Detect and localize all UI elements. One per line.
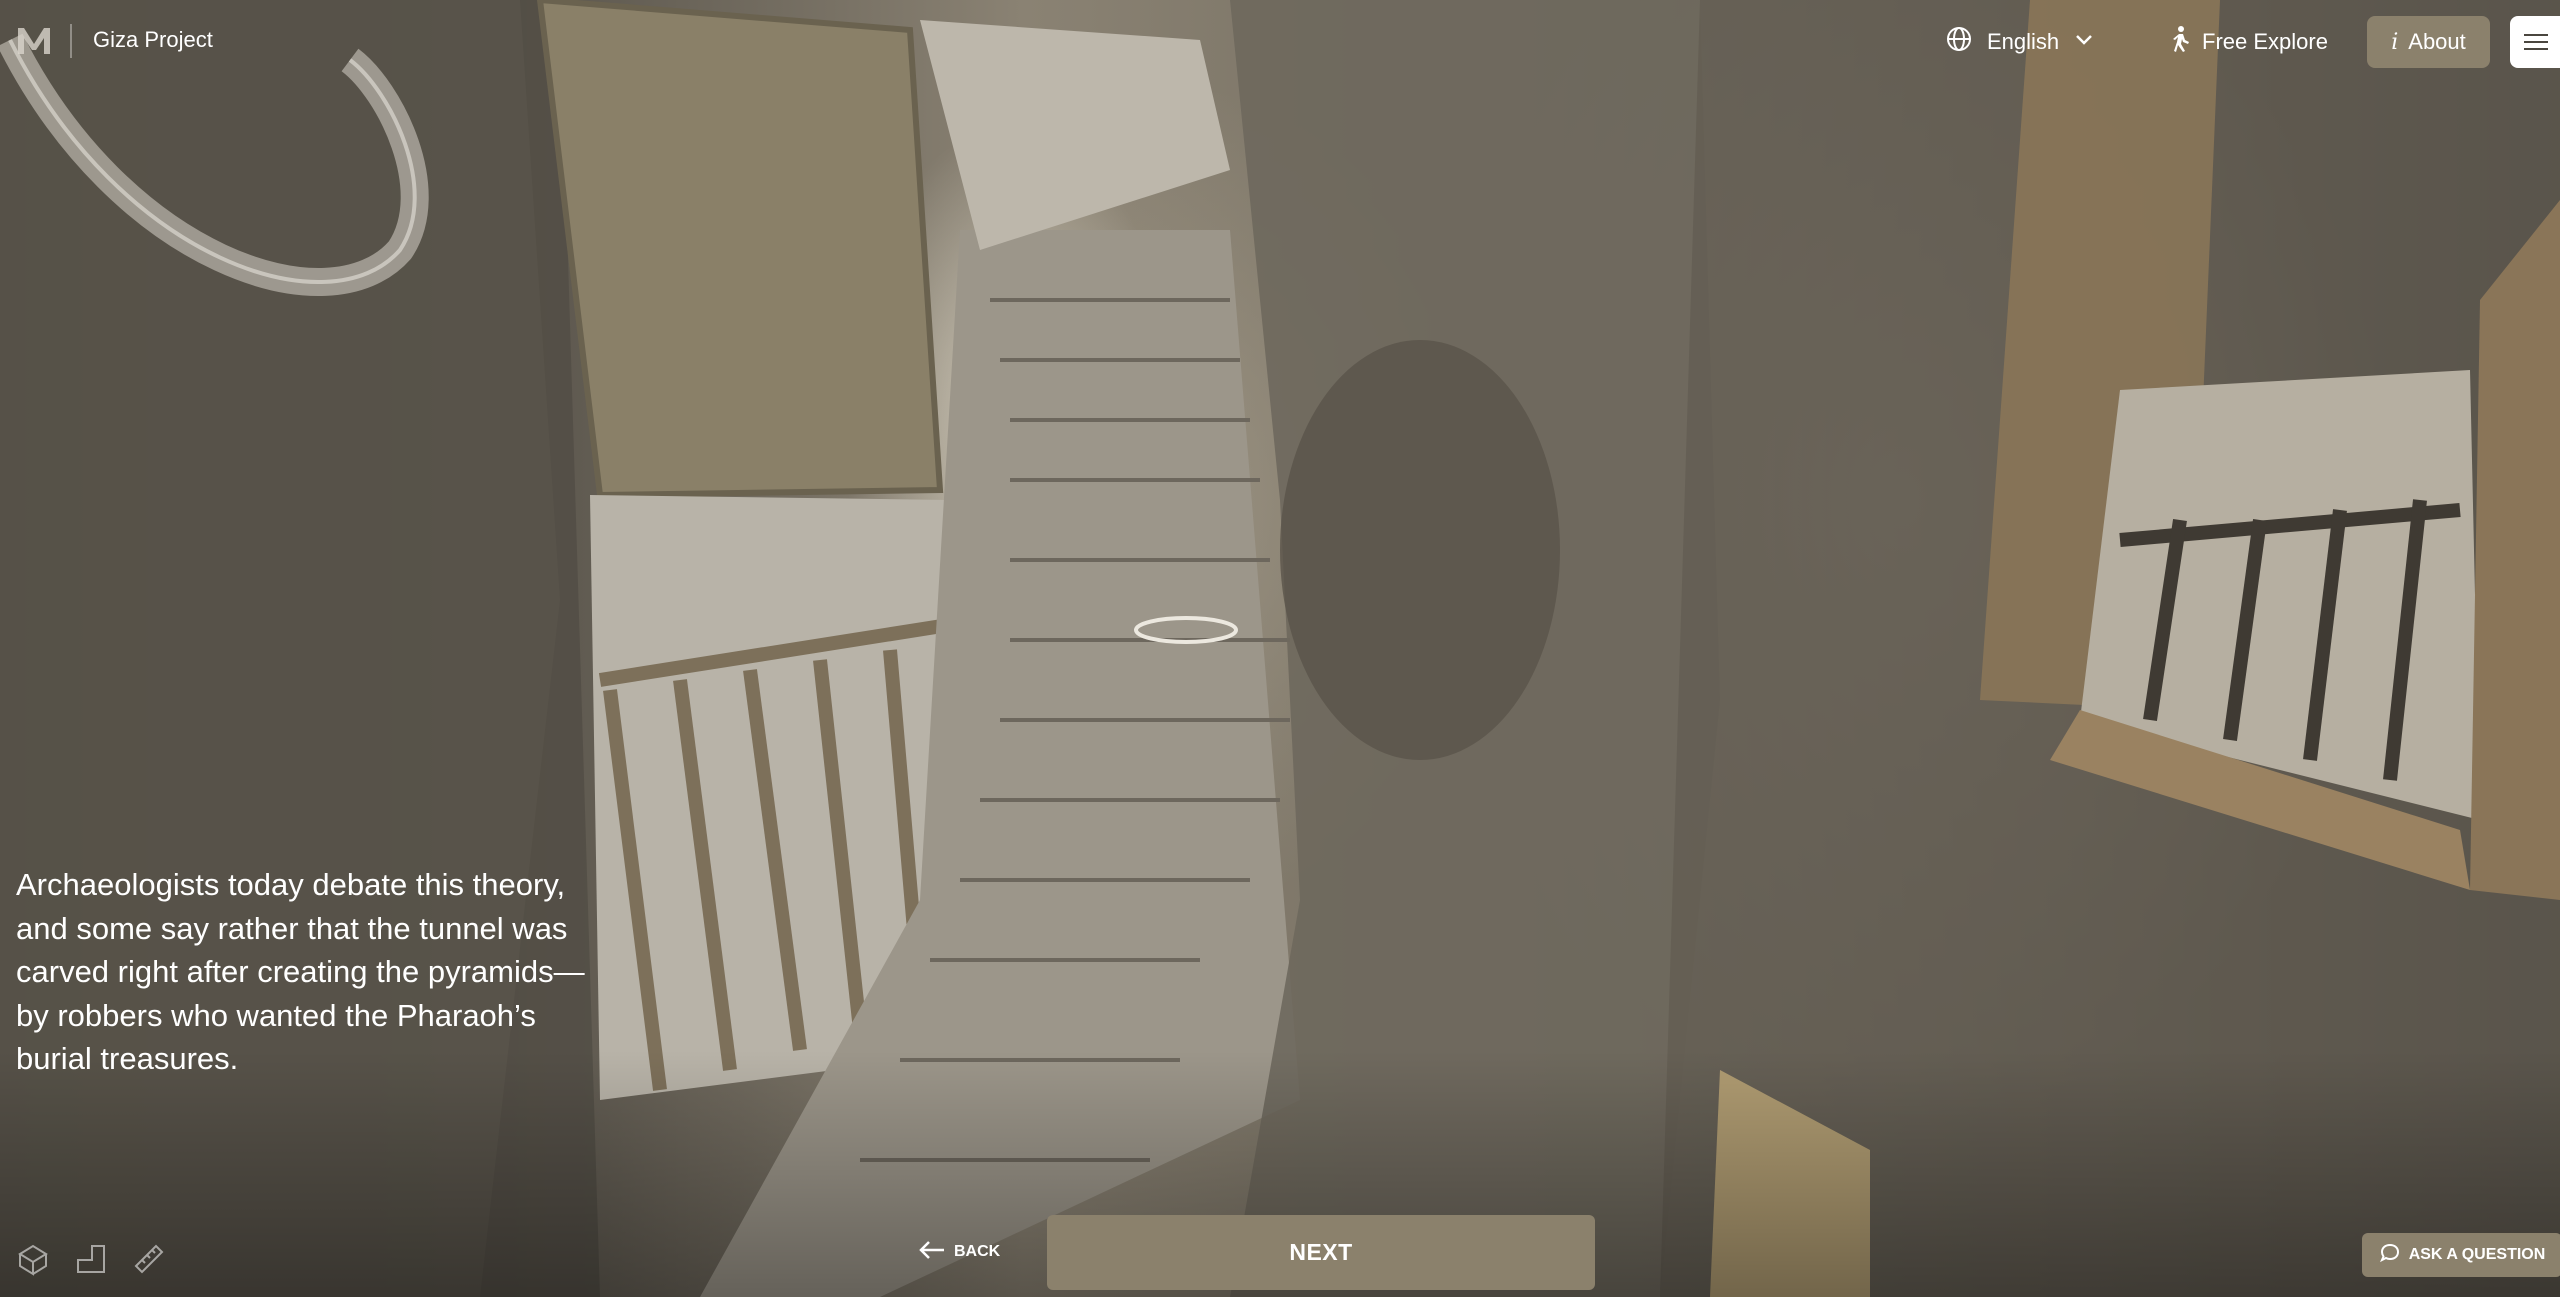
- logo-m-icon[interactable]: [14, 20, 54, 60]
- next-label: NEXT: [1289, 1239, 1353, 1265]
- ruler-icon[interactable]: [130, 1240, 168, 1278]
- walking-person-icon: [2168, 25, 2192, 59]
- globe-icon: [1945, 25, 1973, 59]
- project-title[interactable]: Giza Project: [93, 27, 213, 53]
- back-label: BACK: [954, 1243, 1001, 1260]
- menu-icon-line: [2524, 48, 2548, 50]
- chat-bubble-icon: [2379, 1242, 2401, 1269]
- free-explore-label: Free Explore: [2202, 29, 2328, 54]
- about-button[interactable]: i About: [2367, 16, 2490, 68]
- view-tools: [14, 1240, 168, 1278]
- language-label: English: [1987, 29, 2060, 54]
- menu-icon: [2524, 34, 2548, 36]
- floorplan-icon[interactable]: [72, 1240, 110, 1278]
- menu-icon-line: [2524, 41, 2548, 43]
- ask-question-label: ASK A QUESTION: [2408, 1246, 2546, 1263]
- top-bar: Giza Project English Free Explore i Abou: [0, 0, 2560, 84]
- narration-text: Archaeologists today debate this theory,…: [16, 867, 585, 1076]
- ask-question-button[interactable]: ASK A QUESTION: [2362, 1233, 2560, 1277]
- logo-divider: [70, 24, 72, 58]
- language-selector[interactable]: English: [1945, 22, 2095, 62]
- chevron-down-icon: [2073, 28, 2095, 56]
- tunnel-panorama[interactable]: [0, 0, 2560, 1297]
- free-explore-button[interactable]: Free Explore: [2168, 22, 2328, 62]
- about-label: About: [2408, 29, 2466, 54]
- cube-icon[interactable]: [14, 1240, 52, 1278]
- menu-button[interactable]: [2510, 16, 2560, 68]
- info-icon: i: [2391, 29, 2399, 55]
- scene-artwork: [0, 0, 2560, 1297]
- back-button[interactable]: BACK: [918, 1236, 1000, 1268]
- next-button[interactable]: NEXT: [1047, 1215, 1595, 1290]
- arrow-left-icon: [918, 1240, 946, 1265]
